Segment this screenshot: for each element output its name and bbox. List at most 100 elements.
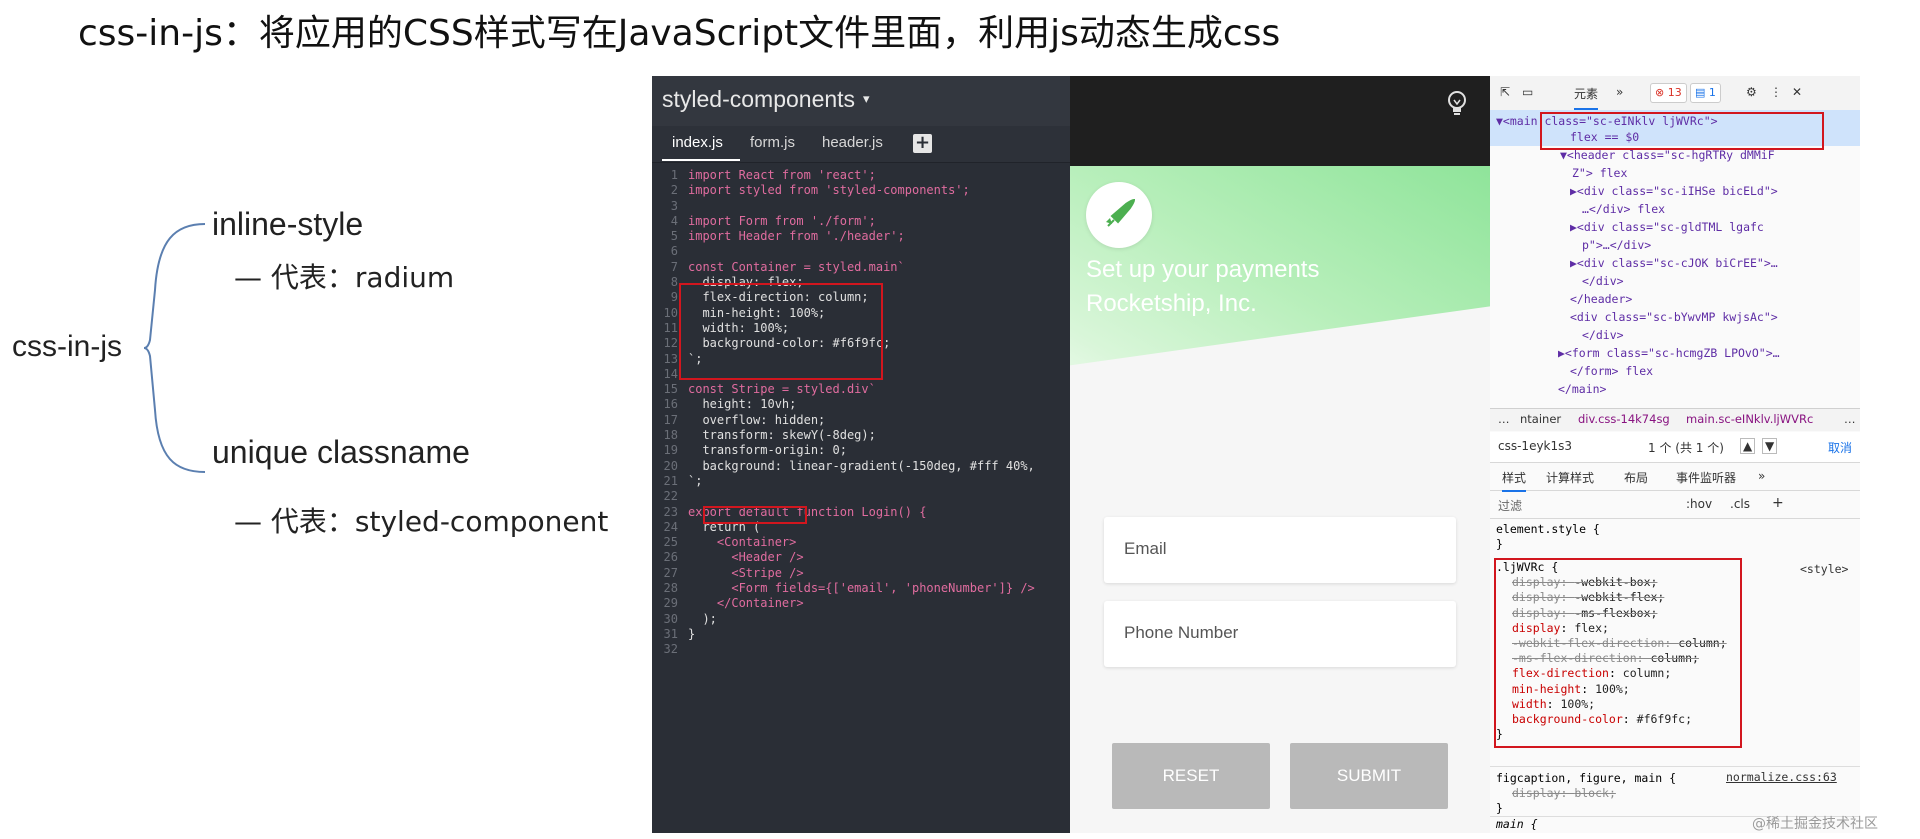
- cls-button[interactable]: .cls: [1730, 497, 1750, 511]
- inspect-icon[interactable]: ⇱: [1500, 85, 1510, 99]
- code-line[interactable]: 20 background: linear-gradient(-150deg, …: [652, 459, 1070, 474]
- dom-node[interactable]: </form> flex: [1570, 362, 1653, 380]
- code-lines[interactable]: 1 import React from 'react'; 2 import style…: [652, 168, 1070, 658]
- kebab-icon[interactable]: ⋮: [1770, 85, 1782, 99]
- code-line[interactable]: 2 import styled from 'styled-components';: [652, 183, 1070, 198]
- dom-node[interactable]: </div>: [1582, 272, 1624, 290]
- error-count[interactable]: ⊗ 13: [1650, 83, 1687, 103]
- dom-node[interactable]: p">…</div>: [1582, 236, 1651, 254]
- close-icon[interactable]: ✕: [1792, 85, 1802, 99]
- reset-button[interactable]: RESET: [1112, 743, 1270, 809]
- dom-node[interactable]: <div class="sc-bYwvMP kwjsAc">: [1570, 308, 1778, 326]
- breadcrumb-item[interactable]: ntainer: [1520, 412, 1561, 426]
- line-number: 14: [663, 366, 678, 381]
- rocket-icon: [1106, 198, 1136, 227]
- rule2-declaration[interactable]: display: block;: [1490, 786, 1860, 801]
- email-field[interactable]: Email: [1104, 517, 1456, 583]
- cancel-button[interactable]: 取消: [1828, 439, 1852, 456]
- phone-field[interactable]: Phone Number: [1104, 601, 1456, 667]
- chevron-down-icon[interactable]: ▾: [863, 91, 870, 106]
- dom-node[interactable]: ▶<div class="sc-gldTML lgafc: [1570, 218, 1764, 236]
- tab-elements[interactable]: 元素: [1574, 85, 1599, 110]
- more-tabs[interactable]: »: [1616, 85, 1623, 99]
- add-file-button[interactable]: +: [913, 134, 932, 153]
- breadcrumb-item[interactable]: …: [1498, 412, 1510, 426]
- chevron-down-icon[interactable]: ▼: [1762, 438, 1778, 454]
- code-line[interactable]: 29 </Container>: [652, 596, 1070, 611]
- code-line[interactable]: 32: [652, 642, 1070, 657]
- branch-unique-classname-note: — 代表：styled-component: [234, 505, 609, 538]
- code-line[interactable]: 4 import Form from './form';: [652, 214, 1070, 229]
- breadcrumb-item[interactable]: main.sc-eINklv.ljWVRc: [1686, 412, 1813, 426]
- add-rule-button[interactable]: +: [1772, 495, 1784, 511]
- lightbulb-icon[interactable]: [1446, 90, 1468, 116]
- code-line[interactable]: 6: [652, 244, 1070, 259]
- search-input[interactable]: css-1eyk1s3: [1498, 439, 1572, 453]
- highlight-box-container-def: [679, 283, 883, 380]
- tab-computed[interactable]: 计算样式: [1546, 469, 1594, 486]
- chevron-up-icon[interactable]: ▲: [1740, 438, 1756, 454]
- code-line[interactable]: 17 overflow: hidden;: [652, 413, 1070, 428]
- line-text: }: [688, 626, 696, 641]
- more-tabs[interactable]: »: [1758, 469, 1765, 483]
- line-number: 24: [663, 519, 678, 534]
- tab-event-listeners[interactable]: 事件监听器: [1676, 469, 1736, 486]
- tab-header-js[interactable]: header.js: [822, 134, 883, 151]
- hov-button[interactable]: :hov: [1686, 497, 1712, 511]
- message-count[interactable]: ▤ 1: [1690, 83, 1721, 103]
- project-title[interactable]: styled-components ▾: [662, 86, 870, 113]
- tab-form-js[interactable]: form.js: [750, 134, 795, 151]
- code-line[interactable]: 19 transform-origin: 0;: [652, 443, 1070, 458]
- breadcrumb-item[interactable]: …: [1844, 412, 1856, 426]
- code-line[interactable]: 7 const Container = styled.main`: [652, 260, 1070, 275]
- filter-input[interactable]: 过滤: [1498, 497, 1522, 514]
- dom-node[interactable]: </div>: [1582, 326, 1624, 344]
- code-line[interactable]: 21 `;: [652, 474, 1070, 489]
- submit-button[interactable]: SUBMIT: [1290, 743, 1448, 809]
- normalize-source-link[interactable]: normalize.css:63: [1726, 770, 1837, 784]
- code-line[interactable]: 30 );: [652, 612, 1070, 627]
- dom-node[interactable]: </main>: [1558, 380, 1606, 398]
- code-line[interactable]: 26 <Header />: [652, 550, 1070, 565]
- line-number: 6: [670, 244, 678, 259]
- line-number: 9: [670, 290, 678, 305]
- line-number: 30: [663, 611, 678, 626]
- rule-source-link[interactable]: <style>: [1800, 562, 1848, 576]
- mindmap-brace: [143, 223, 206, 473]
- line-text: const Stripe = styled.div`: [688, 382, 876, 397]
- dom-node[interactable]: ▶<div class="sc-cJOK biCrEE">…: [1570, 254, 1778, 272]
- code-line[interactable]: 28 <Form fields={['email', 'phoneNumber'…: [652, 581, 1070, 596]
- line-number: 5: [670, 229, 678, 244]
- tab-index-js[interactable]: index.js: [672, 134, 723, 151]
- code-line[interactable]: 27 <Stripe />: [652, 566, 1070, 581]
- mindmap-root: css-in-js: [12, 330, 122, 363]
- code-line[interactable]: 22: [652, 489, 1070, 504]
- code-line[interactable]: 3: [652, 199, 1070, 214]
- gear-icon[interactable]: ⚙: [1746, 85, 1757, 99]
- search-count: 1 个 (共 1 个): [1648, 441, 1724, 455]
- dom-node[interactable]: ▶<div class="sc-iIHSe bicELd">: [1570, 182, 1778, 200]
- line-text: import React from 'react';: [688, 168, 876, 182]
- device-icon[interactable]: ▭: [1522, 85, 1533, 99]
- code-line[interactable]: 31}: [652, 627, 1070, 642]
- dom-node[interactable]: …</div> flex: [1582, 200, 1665, 218]
- line-number: 29: [663, 596, 678, 611]
- breadcrumb-item[interactable]: div.css-14k74sg: [1578, 412, 1670, 426]
- highlight-box-css-rule: [1494, 558, 1742, 748]
- dom-tree[interactable]: ▼<main class="sc-eINklv ljWVRc"> flex == …: [1490, 110, 1860, 410]
- code-line[interactable]: 15 const Stripe = styled.div`: [652, 382, 1070, 397]
- line-text: import Header from './header';: [688, 229, 905, 244]
- branch-inline-style: inline-style: [212, 206, 364, 242]
- tab-layout[interactable]: 布局: [1624, 469, 1648, 486]
- code-line[interactable]: 16 height: 10vh;: [652, 397, 1070, 412]
- code-line[interactable]: 5 import Header from './header';: [652, 229, 1070, 244]
- file-tabs: index.js form.js header.js: [652, 126, 1070, 163]
- tab-styles[interactable]: 样式: [1502, 469, 1527, 492]
- code-line[interactable]: 18 transform: skewY(-8deg);: [652, 428, 1070, 443]
- code-line[interactable]: 25 <Container>: [652, 535, 1070, 550]
- watermark: @稀土掘金技术社区: [1752, 816, 1878, 832]
- code-line[interactable]: 1 import React from 'react';: [652, 168, 1070, 183]
- dom-node[interactable]: Z"> flex: [1572, 164, 1627, 182]
- dom-node[interactable]: </header>: [1570, 290, 1632, 308]
- dom-node[interactable]: ▶<form class="sc-hcmgZB LPOvO">…: [1558, 344, 1780, 362]
